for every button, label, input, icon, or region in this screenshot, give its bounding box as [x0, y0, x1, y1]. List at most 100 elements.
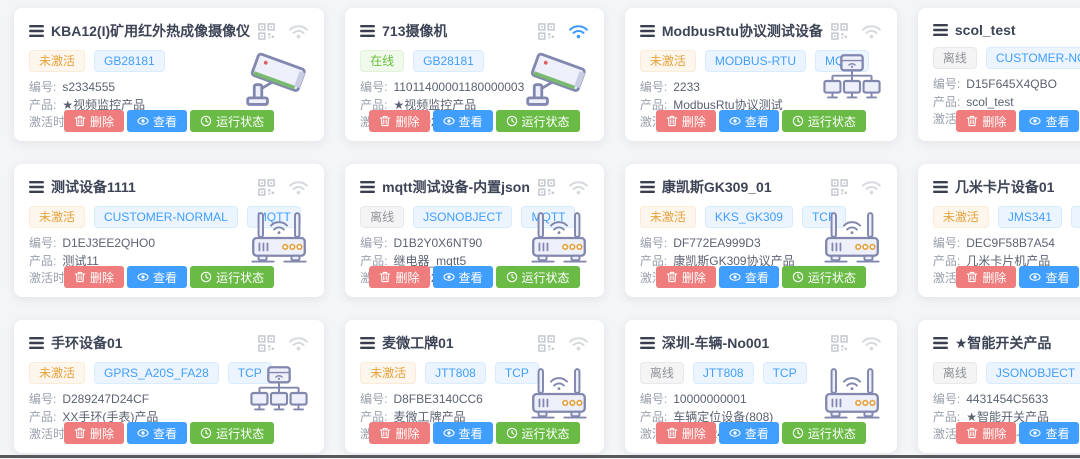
delete-button[interactable]: 删除: [369, 266, 429, 288]
view-button[interactable]: 查看: [719, 266, 779, 288]
status-badge: 未激活: [933, 206, 989, 228]
device-card: 几米卡片设备01: [918, 164, 1080, 297]
card-header: 测试设备1111: [29, 177, 309, 197]
device-title: ★智能开关产品: [955, 333, 1052, 353]
view-button[interactable]: 查看: [719, 110, 779, 132]
clock-icon: [506, 115, 518, 127]
run-status-button[interactable]: 运行状态: [190, 110, 274, 132]
run-status-button[interactable]: 运行状态: [782, 422, 866, 444]
delete-button[interactable]: 删除: [369, 422, 429, 444]
delete-button[interactable]: 删除: [656, 110, 716, 132]
delete-button[interactable]: 删除: [956, 266, 1016, 288]
run-status-button[interactable]: 运行状态: [496, 422, 580, 444]
device-title: 几米卡片设备01: [955, 177, 1055, 197]
eye-icon: [729, 115, 741, 127]
product-value: scol_test: [966, 94, 1013, 112]
device-image: [820, 365, 884, 423]
tag-row: 离线 CUSTOMER-NORMALHTTP: [933, 47, 1080, 69]
view-button[interactable]: 查看: [127, 110, 187, 132]
clock-icon: [506, 271, 518, 283]
view-button[interactable]: 查看: [1019, 110, 1079, 132]
wifi-icon: [861, 335, 882, 351]
tag-row: 未激活 JMS341TCP: [933, 206, 1080, 228]
delete-button[interactable]: 删除: [956, 110, 1016, 132]
eye-icon: [443, 115, 455, 127]
card-actions: 删除 查看 运行状态: [345, 110, 604, 132]
protocol-tag: JSONOBJECT: [986, 362, 1080, 384]
trash-icon: [74, 427, 86, 439]
view-button[interactable]: 查看: [1019, 266, 1079, 288]
protocol-tag: GB28181: [413, 50, 484, 72]
device-card: 713摄像机: [345, 8, 604, 141]
view-button-label: 查看: [745, 425, 769, 442]
eye-icon: [137, 427, 149, 439]
qr-code-icon[interactable]: [538, 335, 555, 352]
qr-code-icon[interactable]: [258, 23, 275, 40]
delete-button[interactable]: 删除: [956, 422, 1016, 444]
eye-icon: [729, 427, 741, 439]
view-button[interactable]: 查看: [1019, 422, 1079, 444]
trash-icon: [966, 271, 978, 283]
wifi-icon: [568, 23, 589, 39]
eye-icon: [443, 271, 455, 283]
run-status-button[interactable]: 运行状态: [190, 266, 274, 288]
delete-button[interactable]: 删除: [64, 110, 124, 132]
view-button[interactable]: 查看: [433, 266, 493, 288]
delete-button-label: 删除: [90, 425, 114, 442]
trash-icon: [379, 115, 391, 127]
view-button-label: 查看: [459, 269, 483, 286]
view-button[interactable]: 查看: [433, 110, 493, 132]
qr-code-icon[interactable]: [831, 179, 848, 196]
trash-icon: [379, 427, 391, 439]
card-header-icons: [250, 335, 309, 352]
qr-code-icon[interactable]: [831, 335, 848, 352]
delete-button[interactable]: 删除: [369, 110, 429, 132]
view-button-label: 查看: [153, 269, 177, 286]
delete-button[interactable]: 删除: [656, 266, 716, 288]
qr-code-icon[interactable]: [538, 23, 555, 40]
protocol-tag: MODBUS-RTU: [705, 50, 806, 72]
list-icon: [933, 181, 948, 193]
run-status-button[interactable]: 运行状态: [496, 266, 580, 288]
protocol-tag: GB28181: [94, 50, 165, 72]
delete-button-label: 删除: [682, 269, 706, 286]
protocol-tag: JSONOBJECT: [413, 206, 512, 228]
view-button[interactable]: 查看: [719, 422, 779, 444]
device-title: 深圳-车辆-No001: [662, 333, 769, 353]
card-header-icons: [530, 179, 589, 196]
protocol-tag: CUSTOMER-NORMAL: [94, 206, 238, 228]
delete-button-label: 删除: [90, 113, 114, 130]
view-button-label: 查看: [1045, 269, 1069, 286]
device-card: ModbusRtu协议测试设备: [625, 8, 897, 141]
delete-button[interactable]: 删除: [656, 422, 716, 444]
run-status-button[interactable]: 运行状态: [782, 266, 866, 288]
run-status-button[interactable]: 运行状态: [190, 422, 274, 444]
tag-row: 离线 JSONOBJECTMQTT: [933, 362, 1080, 384]
status-badge: 离线: [933, 47, 977, 69]
device-card: scol_test: [918, 8, 1080, 141]
run-status-button[interactable]: 运行状态: [496, 110, 580, 132]
run-status-button[interactable]: 运行状态: [782, 110, 866, 132]
qr-code-icon[interactable]: [538, 179, 555, 196]
protocol-tag: TCP: [763, 362, 807, 384]
delete-button[interactable]: 删除: [64, 422, 124, 444]
card-header: scol_test: [933, 21, 1080, 38]
delete-button[interactable]: 删除: [64, 266, 124, 288]
qr-code-icon[interactable]: [258, 179, 275, 196]
view-button[interactable]: 查看: [433, 422, 493, 444]
number-value: D8FBE3140CC6: [393, 391, 482, 409]
view-button[interactable]: 查看: [127, 422, 187, 444]
number-value: 10000000001: [673, 391, 746, 409]
run-status-button-label: 运行状态: [216, 113, 264, 130]
list-icon: [933, 337, 948, 349]
qr-code-icon[interactable]: [831, 23, 848, 40]
protocol-tag: JTT808: [693, 362, 754, 384]
trash-icon: [74, 271, 86, 283]
device-card: mqtt测试设备-内置json: [345, 164, 604, 297]
card-header-icons: [250, 23, 309, 40]
delete-button-label: 删除: [682, 425, 706, 442]
view-button[interactable]: 查看: [127, 266, 187, 288]
qr-code-icon[interactable]: [258, 335, 275, 352]
trash-icon: [966, 427, 978, 439]
number-value: 11011400001180000003: [393, 79, 524, 97]
